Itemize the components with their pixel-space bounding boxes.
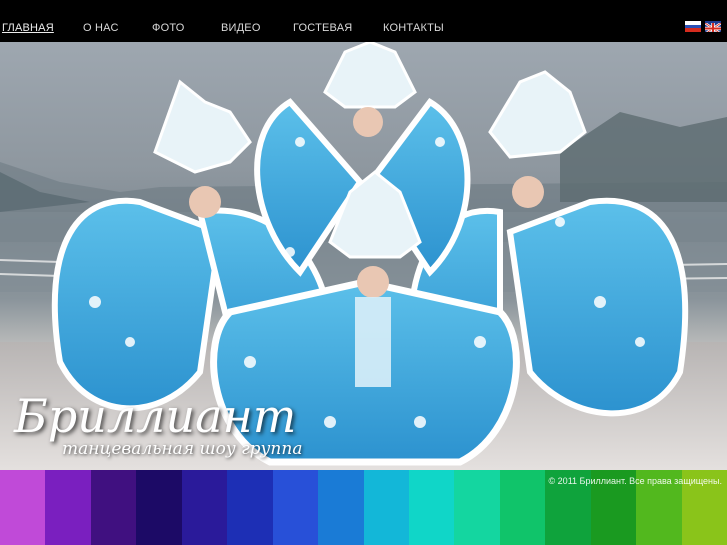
color-swatch: [454, 470, 500, 545]
color-swatch: [0, 470, 46, 545]
color-swatch: [272, 470, 319, 545]
color-swatch: [45, 470, 91, 545]
top-navigation-bar: ГЛАВНАЯ О НАС ФОТО ВИДЕО ГОСТЕВАЯ КОНТАК…: [0, 0, 727, 42]
nav-about-link[interactable]: О НАС: [83, 22, 119, 34]
color-swatch: [90, 470, 137, 545]
color-swatch: [363, 470, 409, 545]
color-swatch: [408, 470, 455, 545]
english-flag-icon[interactable]: [705, 21, 721, 32]
copyright-text: © 2011 Бриллиант. Все права защищены.: [548, 476, 722, 486]
nav-guestbook-link[interactable]: ГОСТЕВАЯ: [293, 22, 352, 34]
site-logo-title: Бриллиант: [14, 389, 297, 443]
color-swatch: [227, 470, 273, 545]
nav-photo-link[interactable]: ФОТО: [152, 22, 185, 34]
color-swatch: [318, 470, 364, 545]
russian-flag-icon[interactable]: [685, 21, 701, 32]
hero-photo: Бриллиант танцевальная шоу группа: [0, 42, 727, 470]
nav-contacts-link[interactable]: КОНТАКТЫ: [383, 22, 444, 34]
color-swatch: [181, 470, 228, 545]
nav-home-link[interactable]: ГЛАВНАЯ: [2, 22, 54, 34]
color-swatch: [136, 470, 182, 545]
site-logo-subtitle: танцевальная шоу группа: [62, 439, 303, 459]
nav-video-link[interactable]: ВИДЕО: [221, 22, 261, 34]
color-swatch: [499, 470, 546, 545]
